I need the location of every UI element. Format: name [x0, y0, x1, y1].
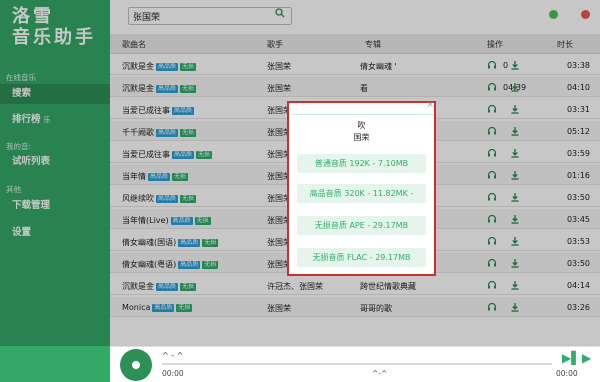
quality-option-320k[interactable]: 高品音质 320K - 11.82MK - [297, 184, 426, 203]
dialog-song-title: 吹 [357, 121, 366, 130]
player-time-total: 00:00 [556, 369, 578, 378]
quality-option-ape[interactable]: 无损音质 APE - 29.17MB [297, 216, 426, 235]
player-title: ^ - ^ [162, 351, 184, 360]
close-icon[interactable]: × [426, 100, 434, 110]
next-icon[interactable]: ▶▌ [562, 351, 580, 365]
play-icon[interactable]: ▶ [582, 351, 591, 365]
album-disc-icon [120, 349, 152, 381]
quality-option-192k[interactable]: 普通音质 192K - 7.10MB [297, 154, 426, 173]
player-bar: ^ - ^ 00:00 ^-^ 00:00 ▶▌ ▶ [110, 346, 600, 382]
download-quality-dialog: × 吹 国荣 普通音质 192K - 7.10MB 高品音质 320K - 11… [287, 100, 436, 276]
quality-option-flac[interactable]: 无损音质 FLAC - 29.17MB [297, 248, 426, 267]
player-time-middle: ^-^ [372, 369, 388, 378]
player-time-current: 00:00 [162, 369, 184, 378]
progress-bar[interactable] [162, 363, 552, 365]
dialog-header: × [291, 100, 434, 115]
dialog-song-artist: 国荣 [353, 133, 370, 142]
